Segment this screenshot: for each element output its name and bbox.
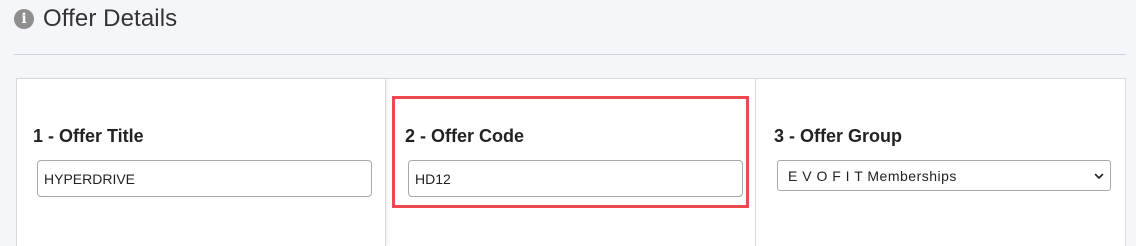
offer-title-label: 1 - Offer Title — [33, 126, 144, 146]
offer-title-input[interactable] — [37, 160, 372, 197]
offer-code-panel: 2 - Offer Code — [386, 79, 756, 246]
page-title: Offer Details — [43, 5, 178, 32]
section-divider — [14, 54, 1126, 55]
offer-group-selected-value: E V O F I T Memberships — [788, 167, 957, 184]
offer-fields-row: 1 - Offer Title 2 - Offer Code 3 - Offer… — [16, 78, 1126, 246]
offer-group-panel: 3 - Offer Group E V O F I T Memberships — [756, 79, 1125, 246]
offer-code-input[interactable] — [408, 160, 743, 197]
chevron-down-icon — [1094, 171, 1104, 181]
section-header: i Offer Details — [14, 5, 177, 33]
offer-code-label: 2 - Offer Code — [405, 126, 525, 146]
offer-title-panel: 1 - Offer Title — [17, 79, 386, 246]
offer-group-select[interactable]: E V O F I T Memberships — [777, 160, 1111, 191]
offer-group-label: 3 - Offer Group — [774, 126, 903, 146]
info-icon: i — [14, 9, 34, 29]
